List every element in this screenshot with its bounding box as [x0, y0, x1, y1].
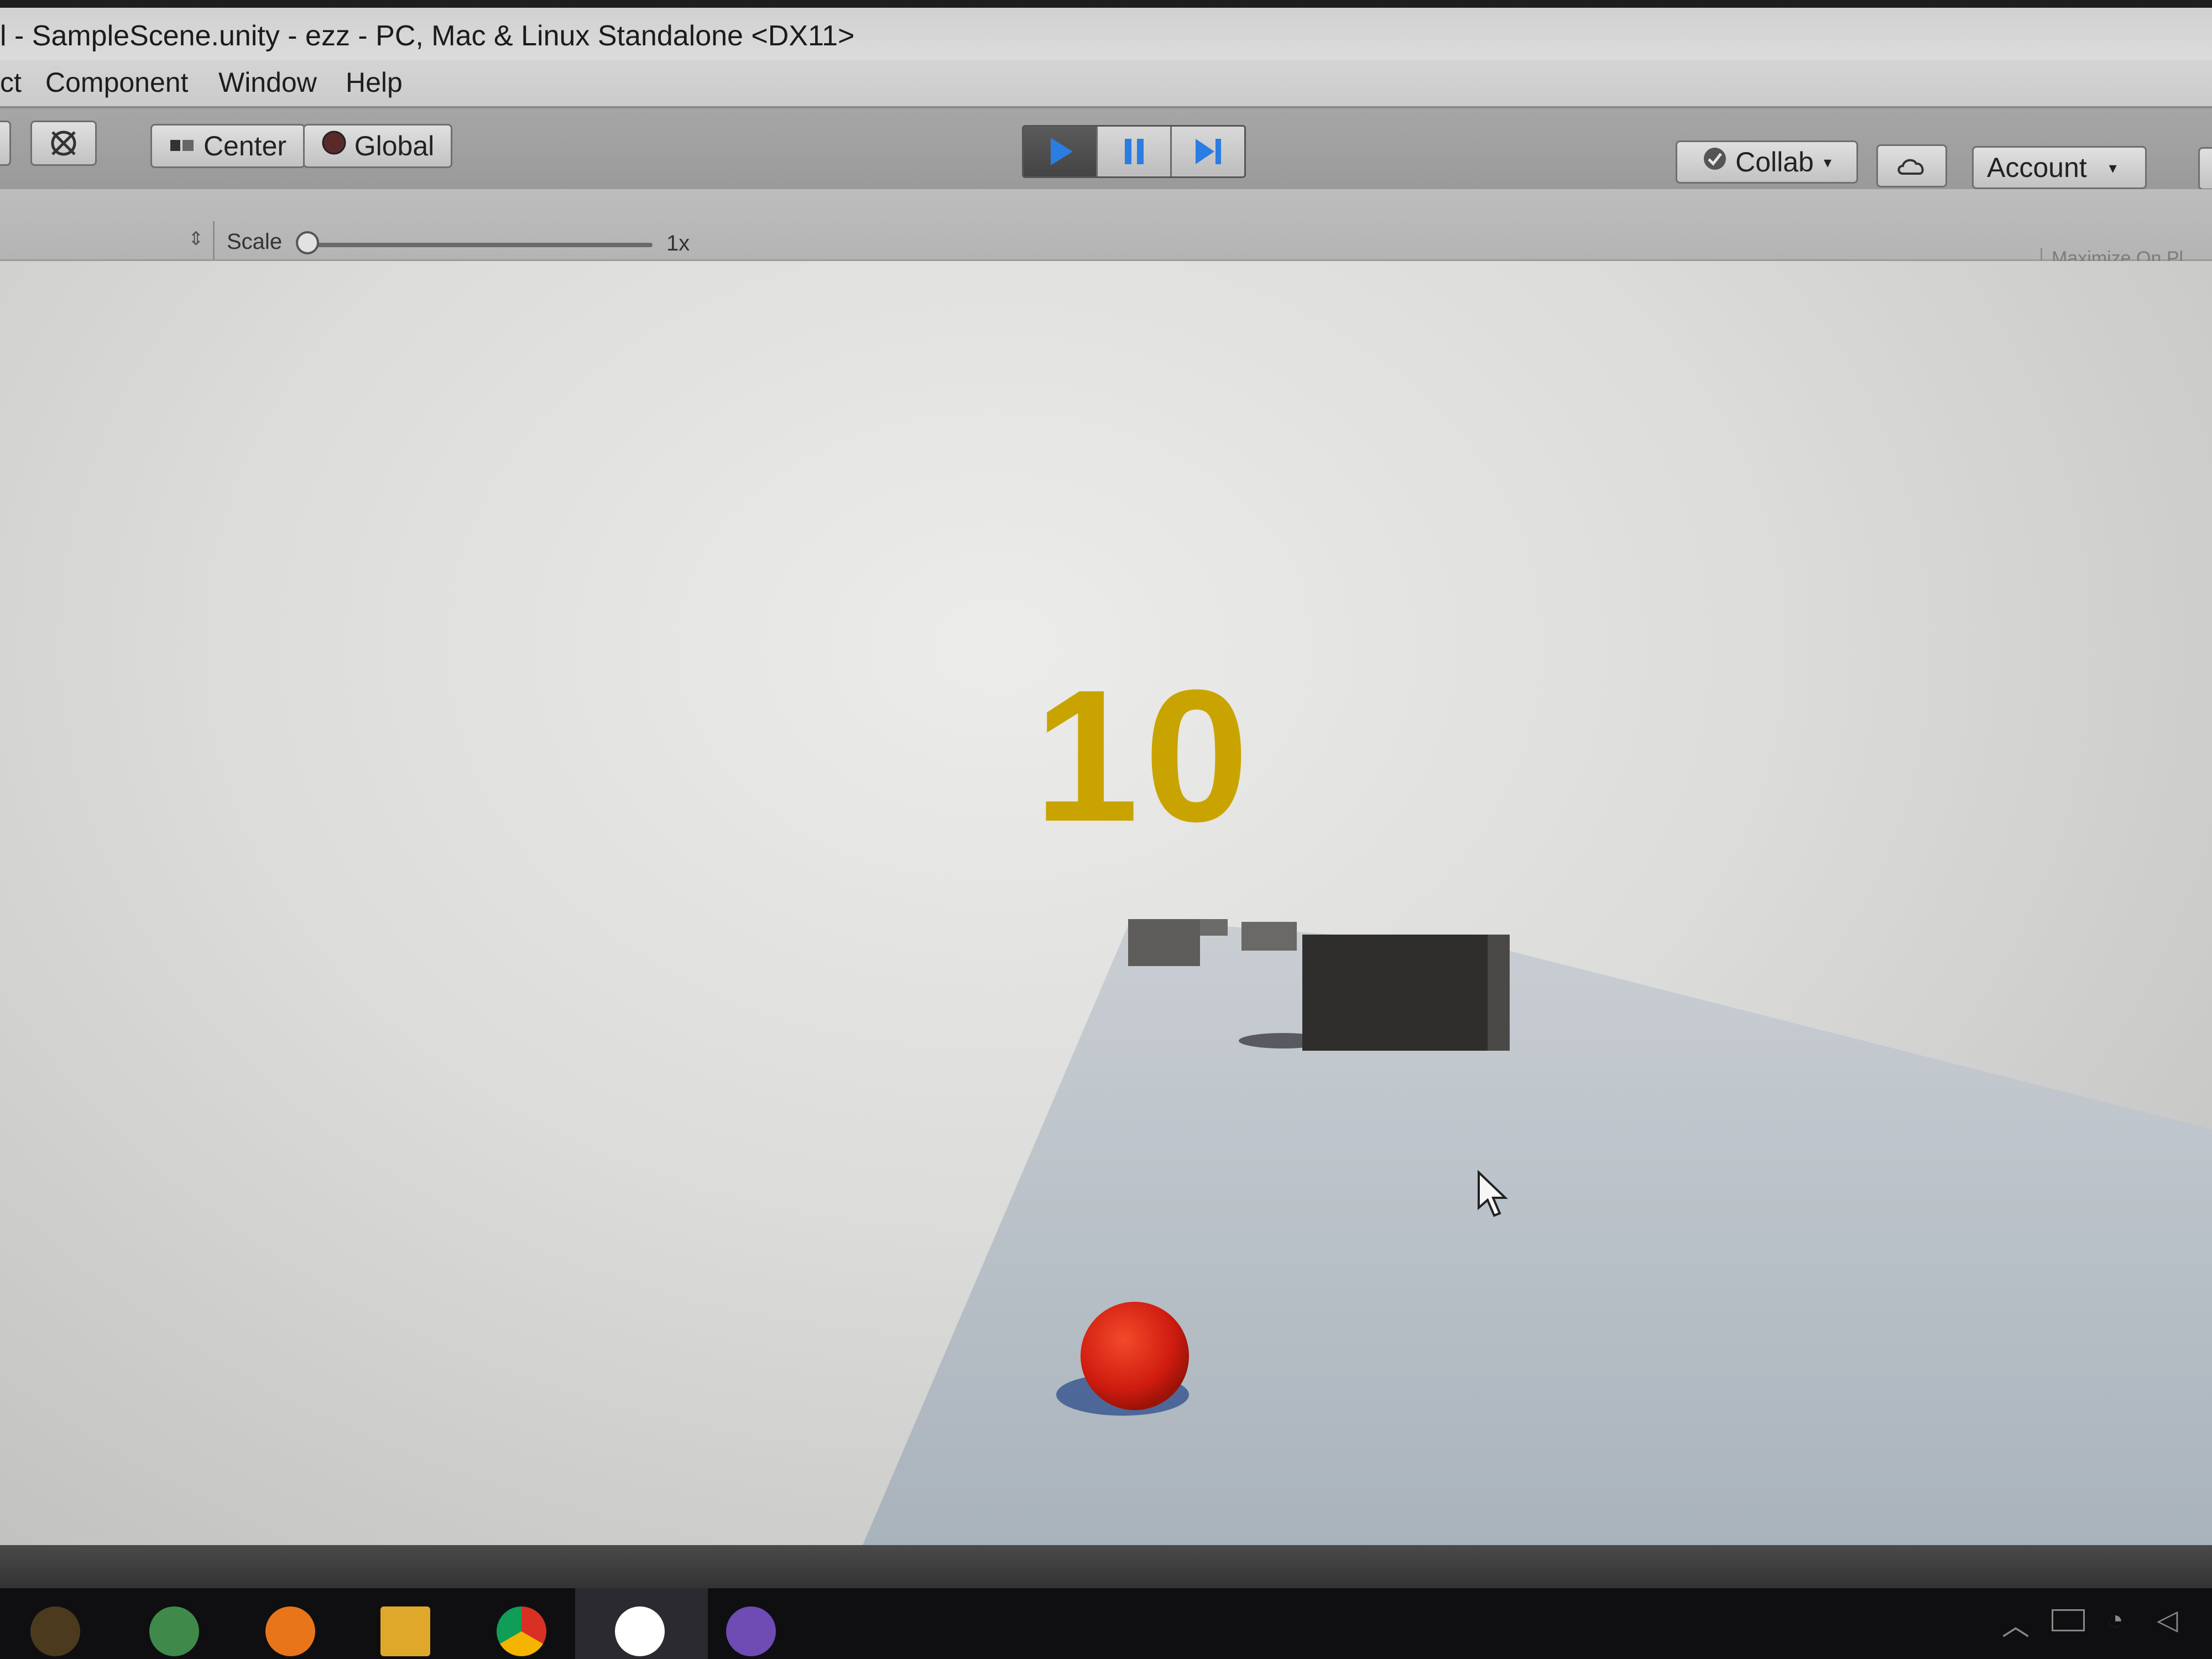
scale-slider-thumb[interactable]: [296, 231, 319, 254]
taskbar-android-studio-icon[interactable]: [149, 1606, 199, 1656]
taskbar-unity-icon[interactable]: [615, 1606, 665, 1656]
tray-volume-icon[interactable]: ◁: [2157, 1604, 2190, 1637]
taskbar-github-desktop-icon[interactable]: [726, 1606, 776, 1656]
obstacle-block-large-edge: [1488, 935, 1510, 1051]
obstacle-block-small-left: [1128, 919, 1200, 966]
tool-button-partial[interactable]: [0, 121, 11, 166]
main-toolbar: Center Global Collab ▾ Account ▾: [0, 106, 2212, 190]
header-divider: [213, 221, 215, 260]
menu-bar: ct Component Window Help: [0, 60, 2212, 107]
player-ball: [1081, 1302, 1189, 1410]
pause-button[interactable]: [1098, 127, 1172, 176]
game-scene: [863, 919, 2212, 1545]
tray-chevron-up-icon[interactable]: ︿: [2002, 1604, 2035, 1641]
menu-item-window[interactable]: Window: [218, 66, 317, 98]
taskbar-blender-icon[interactable]: [265, 1606, 315, 1656]
obstacle-block-small-mid: [1200, 919, 1228, 936]
cloud-icon: [1897, 159, 1924, 175]
play-icon: [1050, 138, 1073, 165]
taskbar-chrome-icon[interactable]: [497, 1606, 546, 1656]
menu-item-help[interactable]: Help: [346, 66, 403, 98]
status-bar: [0, 1545, 2212, 1588]
menu-item-project[interactable]: ct: [0, 66, 22, 98]
pivot-center-label: Center: [203, 131, 287, 161]
taskbar-file-explorer-icon[interactable]: [380, 1606, 430, 1656]
tray-wifi-icon[interactable]: ◔: [2107, 1604, 2140, 1637]
chevron-down-icon: ▾: [2109, 159, 2117, 176]
os-taskbar: [0, 1588, 2212, 1659]
pivot-global-button[interactable]: Global: [303, 124, 452, 168]
cloud-button[interactable]: [1876, 144, 1947, 187]
pivot-center-button[interactable]: Center: [150, 124, 305, 168]
tray-battery-icon[interactable]: [2052, 1609, 2085, 1631]
chevron-down-icon: ▾: [1823, 153, 1832, 171]
rect-transform-tool-button[interactable]: [30, 121, 97, 166]
play-button[interactable]: [1024, 127, 1098, 176]
collab-label: Collab: [1735, 147, 1814, 178]
pivot-global-label: Global: [354, 131, 435, 161]
window-titlebar: l - SampleScene.unity - ezz - PC, Mac & …: [0, 0, 2212, 64]
game-view-header: ⇕: [0, 189, 2212, 261]
resolution-dropdown-arrow-icon[interactable]: ⇕: [188, 228, 204, 250]
scale-value: 1x: [666, 231, 690, 255]
scale-slider-track[interactable]: [304, 243, 653, 247]
ground-plane: [863, 919, 2212, 1545]
collab-button[interactable]: Collab ▾: [1676, 140, 1858, 184]
account-dropdown[interactable]: Account ▾: [1972, 146, 2147, 189]
globe-icon: [321, 130, 347, 162]
score-value: 10: [1034, 651, 1255, 861]
menu-item-component[interactable]: Component: [45, 66, 189, 98]
step-icon: [1195, 139, 1221, 164]
game-viewport[interactable]: 10: [0, 261, 2212, 1545]
obstacle-block-large: [1302, 935, 1510, 1051]
taskbar-app-icon[interactable]: [30, 1606, 80, 1656]
pause-icon: [1124, 139, 1144, 164]
pivot-center-icon: [169, 130, 196, 162]
step-button[interactable]: [1172, 127, 1244, 176]
check-circle-icon: [1702, 146, 1728, 178]
window-title: l - SampleScene.unity - ezz - PC, Mac & …: [0, 20, 855, 52]
layers-button-partial[interactable]: [2198, 147, 2212, 190]
playback-controls: [1022, 125, 1246, 178]
mouse-cursor-icon: [1478, 1170, 1508, 1217]
scale-label: Scale: [227, 229, 283, 254]
account-label: Account: [1987, 152, 2087, 183]
transform-tool-icon: [51, 131, 76, 156]
obstacle-block-small-right: [1241, 922, 1297, 951]
